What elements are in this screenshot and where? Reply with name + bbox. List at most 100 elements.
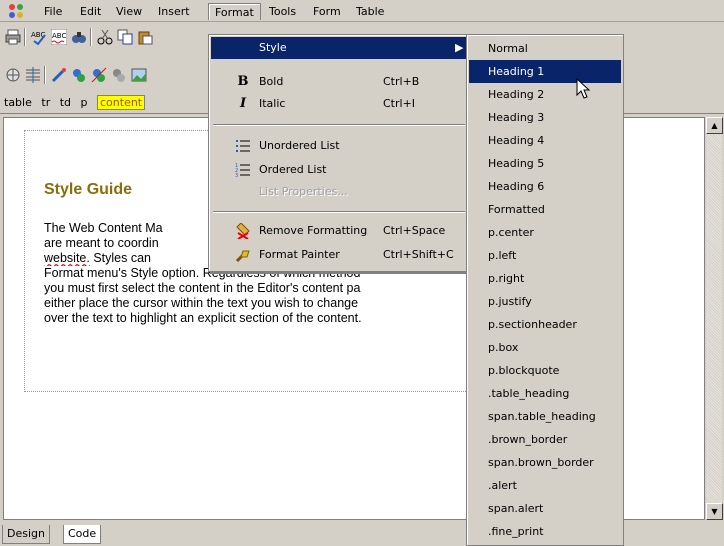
scroll-down-button[interactable]: ▼	[706, 503, 723, 520]
style-option-heading-2[interactable]: Heading 2	[469, 83, 621, 106]
menu-separator	[213, 211, 465, 213]
menu-item-unordered-list[interactable]: Unordered List	[211, 135, 467, 157]
style-option-alert[interactable]: .alert	[469, 474, 621, 497]
toolbar-separator	[44, 66, 46, 84]
menu-separator	[213, 124, 465, 126]
menu-item-shortcut: Ctrl+I	[383, 97, 416, 110]
link-icon[interactable]	[50, 66, 68, 84]
text-line: over the text to highlight an explicit s…	[44, 311, 362, 325]
menu-item-label: Italic	[259, 97, 286, 110]
menu-view[interactable]: View	[110, 3, 148, 20]
tag-breadcrumb: table tr td p content	[4, 95, 151, 111]
menu-file[interactable]: File	[38, 3, 68, 20]
menu-form[interactable]: Form	[307, 3, 347, 20]
style-option-normal[interactable]: Normal	[469, 37, 621, 60]
find-icon[interactable]	[70, 28, 88, 46]
horizontal-rule-icon[interactable]	[24, 66, 42, 84]
vertical-scrollbar[interactable]: ▲ ▼	[705, 117, 723, 520]
menu-item-list-properties: List Properties...	[211, 181, 467, 203]
menu-item-label: Remove Formatting	[259, 224, 368, 237]
table-insert-icon[interactable]	[4, 66, 22, 84]
style-option-heading-4[interactable]: Heading 4	[469, 129, 621, 152]
style-option-formatted[interactable]: Formatted	[469, 198, 621, 221]
style-option-p-right[interactable]: p.right	[469, 267, 621, 290]
spellcheck-as-you-type-icon[interactable]: ABC	[50, 28, 68, 46]
menu-item-remove-formatting[interactable]: Remove Formatting Ctrl+Space	[211, 220, 467, 242]
style-option-heading-3[interactable]: Heading 3	[469, 106, 621, 129]
format-painter-icon	[235, 247, 251, 263]
menu-item-shortcut: Ctrl+Space	[383, 224, 446, 237]
style-option-span-alert[interactable]: span.alert	[469, 497, 621, 520]
remove-formatting-icon	[235, 223, 251, 239]
menu-table[interactable]: Table	[350, 3, 390, 20]
tag-p[interactable]: p	[81, 96, 88, 109]
page-heading: Style Guide	[44, 181, 133, 198]
style-option-p-justify[interactable]: p.justify	[469, 290, 621, 313]
mouse-cursor-icon	[576, 78, 591, 99]
svg-text:ABC: ABC	[52, 32, 66, 40]
misspelled-word[interactable]: website.	[44, 251, 90, 265]
tab-code[interactable]: Code	[63, 525, 102, 544]
anchor-icon[interactable]	[70, 66, 88, 84]
tag-table[interactable]: table	[4, 96, 32, 109]
style-option-table-heading[interactable]: .table_heading	[469, 382, 621, 405]
text-fragment: Styles can	[93, 251, 152, 265]
menu-item-label: Bold	[259, 75, 284, 88]
bold-icon: B	[237, 74, 249, 89]
style-submenu: Normal Heading 1 Heading 2 Heading 3 Hea…	[466, 34, 624, 546]
style-option-brown-border[interactable]: .brown_border	[469, 428, 621, 451]
svg-text:3: 3	[235, 173, 238, 178]
menu-item-label: Unordered List	[259, 139, 340, 152]
tag-tr[interactable]: tr	[41, 96, 50, 109]
menu-item-bold[interactable]: B Bold Ctrl+B	[211, 71, 467, 93]
menu-item-style[interactable]: Style ▶	[211, 37, 467, 59]
unordered-list-icon	[235, 138, 251, 154]
menu-item-label: List Properties...	[259, 185, 348, 198]
style-option-fine-print[interactable]: .fine_print	[469, 520, 621, 543]
format-menu-dropdown: Style ▶ B Bold Ctrl+B I Italic Ctrl+I Un…	[208, 34, 468, 272]
scroll-up-button[interactable]: ▲	[706, 117, 723, 134]
text-line: you must first select the content in the…	[44, 281, 361, 295]
tag-content[interactable]: content	[97, 95, 146, 110]
unlink-icon[interactable]	[90, 66, 108, 84]
menu-item-label: Style	[259, 41, 287, 54]
tag-td[interactable]: td	[60, 96, 71, 109]
tab-design[interactable]: Design	[2, 525, 50, 544]
app-logo-icon	[9, 4, 23, 18]
menu-edit[interactable]: Edit	[74, 3, 107, 20]
style-option-span-brown-border[interactable]: span.brown_border	[469, 451, 621, 474]
menu-tools[interactable]: Tools	[263, 3, 302, 20]
style-option-p-box[interactable]: p.box	[469, 336, 621, 359]
style-option-heading-1[interactable]: Heading 1	[469, 60, 621, 83]
style-option-p-blockquote[interactable]: p.blockquote	[469, 359, 621, 382]
style-option-p-center[interactable]: p.center	[469, 221, 621, 244]
menu-item-italic[interactable]: I Italic Ctrl+I	[211, 93, 467, 115]
image-icon[interactable]	[130, 66, 148, 84]
menu-bar: File Edit View Insert Format Tools Form …	[0, 0, 724, 22]
menu-item-label: Ordered List	[259, 163, 327, 176]
menu-item-shortcut: Ctrl+B	[383, 75, 420, 88]
cut-icon[interactable]	[96, 28, 114, 46]
text-line: either place the cursor within the text …	[44, 296, 359, 310]
style-option-p-sectionheader[interactable]: p.sectionheader	[469, 313, 621, 336]
toolbar-separator	[90, 28, 92, 46]
menu-item-ordered-list[interactable]: 123 Ordered List	[211, 159, 467, 181]
menu-item-format-painter[interactable]: Format Painter Ctrl+Shift+C	[211, 244, 467, 266]
copy-icon[interactable]	[116, 28, 134, 46]
ordered-list-icon: 123	[235, 162, 251, 178]
submenu-arrow-icon: ▶	[455, 41, 464, 54]
style-option-span-table-heading[interactable]: span.table_heading	[469, 405, 621, 428]
print-icon[interactable]	[4, 28, 22, 46]
toolbar-separator	[24, 28, 26, 46]
menu-item-shortcut: Ctrl+Shift+C	[383, 248, 454, 261]
spellcheck-icon[interactable]: ABC	[30, 28, 48, 46]
menu-format[interactable]: Format	[208, 3, 261, 20]
menu-item-label: Format Painter	[259, 248, 340, 261]
style-option-heading-5[interactable]: Heading 5	[469, 152, 621, 175]
italic-icon: I	[239, 96, 247, 111]
paste-icon[interactable]	[136, 28, 154, 46]
menu-insert[interactable]: Insert	[152, 3, 196, 20]
bookmark-icon[interactable]	[110, 66, 128, 84]
style-option-p-left[interactable]: p.left	[469, 244, 621, 267]
style-option-heading-6[interactable]: Heading 6	[469, 175, 621, 198]
